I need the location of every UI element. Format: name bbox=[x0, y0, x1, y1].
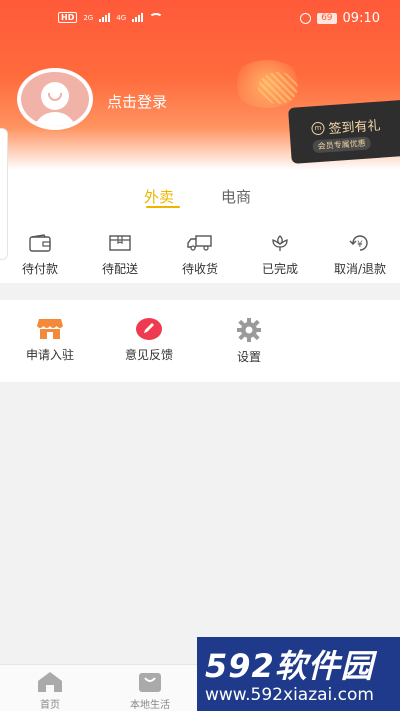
flower-icon bbox=[240, 232, 320, 254]
header-decoration-pattern bbox=[258, 72, 298, 104]
alarm-icon bbox=[300, 13, 312, 24]
home-icon bbox=[0, 671, 100, 693]
order-label: 待配送 bbox=[101, 262, 138, 276]
order-pending-receipt[interactable]: 待收货 bbox=[160, 232, 240, 277]
order-label: 待付款 bbox=[21, 262, 58, 276]
network-label-2: 4G bbox=[116, 13, 127, 22]
watermark-brand: 592软件园 bbox=[205, 647, 374, 685]
status-bar: HD 2G 4G 69 09:10 bbox=[0, 10, 400, 28]
battery-icon: 69 bbox=[317, 13, 337, 24]
nav-label: 本地生活 bbox=[130, 700, 170, 711]
order-pending-delivery[interactable]: 待配送 bbox=[80, 232, 160, 277]
sign-in-card[interactable]: m 签到有礼 会员专属优惠 bbox=[288, 99, 400, 164]
hd-badge: HD bbox=[58, 12, 78, 23]
login-link[interactable]: 点击登录 bbox=[107, 91, 167, 112]
svg-text:¥: ¥ bbox=[357, 240, 363, 250]
signal-icon-2 bbox=[132, 13, 144, 22]
status-time: 09:10 bbox=[342, 11, 380, 26]
order-status-row: 待付款 待配送 待收货 已完成 ¥ 取消/退款 bbox=[0, 232, 400, 282]
service-label: 设置 bbox=[236, 350, 261, 364]
nav-local-life[interactable]: 本地生活 bbox=[100, 671, 200, 711]
settings-button[interactable]: 设置 bbox=[204, 318, 294, 365]
order-label: 已完成 bbox=[261, 262, 298, 276]
coin-icon: m bbox=[311, 121, 325, 136]
tab-ecommerce[interactable]: 电商 bbox=[221, 186, 251, 207]
service-label: 意见反馈 bbox=[124, 348, 173, 362]
avatar[interactable] bbox=[17, 68, 93, 130]
service-label: 申请入驻 bbox=[25, 348, 74, 362]
nav-home[interactable]: 首页 bbox=[0, 671, 100, 711]
pencil-icon bbox=[104, 318, 194, 340]
order-pending-payment[interactable]: 待付款 bbox=[0, 232, 80, 277]
order-refund[interactable]: ¥ 取消/退款 bbox=[320, 232, 400, 277]
feedback-button[interactable]: 意见反馈 bbox=[104, 318, 194, 363]
nav-label: 首页 bbox=[40, 700, 60, 711]
signal-icon bbox=[99, 13, 111, 22]
services-panel: 申请入驻 意见反馈 设置 bbox=[0, 300, 400, 382]
shop-icon bbox=[5, 318, 95, 340]
tab-takeout[interactable]: 外卖 bbox=[144, 186, 174, 207]
wifi-icon bbox=[149, 12, 164, 23]
network-label-1: 2G bbox=[83, 13, 94, 22]
apply-join-button[interactable]: 申请入驻 bbox=[5, 318, 95, 363]
sign-in-title: 签到有礼 bbox=[328, 118, 382, 138]
sign-in-subtitle: 会员专属优惠 bbox=[312, 136, 372, 154]
order-completed[interactable]: 已完成 bbox=[240, 232, 320, 277]
truck-icon bbox=[160, 232, 240, 254]
package-icon bbox=[80, 232, 160, 254]
order-label: 取消/退款 bbox=[333, 262, 387, 276]
wallet-icon bbox=[0, 232, 80, 254]
watermark-url: www.592xiazai.com bbox=[205, 685, 374, 705]
order-label: 待收货 bbox=[181, 262, 218, 276]
gear-icon bbox=[204, 318, 294, 342]
watermark-logo: 592软件园 www.592xiazai.com bbox=[197, 637, 400, 711]
tab-active-indicator bbox=[146, 206, 180, 208]
shopping-bag-icon bbox=[100, 671, 200, 693]
refund-icon: ¥ bbox=[320, 232, 400, 254]
